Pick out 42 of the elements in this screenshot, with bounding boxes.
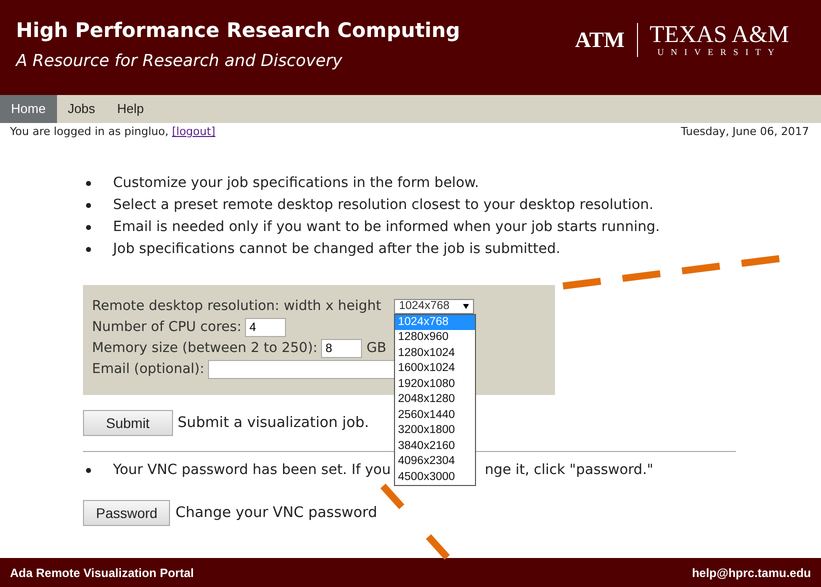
resolution-dropdown[interactable]: 1024x768 xyxy=(394,298,474,314)
logo-mark: ATM xyxy=(574,26,625,52)
instruction-text: Customize your job specifications in the form below. xyxy=(113,175,479,191)
field-label: Memory size (between 2 to 250): xyxy=(92,340,318,356)
nav-tab[interactable]: Help xyxy=(106,95,155,123)
caret-icon xyxy=(463,304,469,308)
dropdown-option[interactable]: 2560x1440 xyxy=(395,408,475,423)
unit-label: GB xyxy=(366,340,386,356)
memory-input-field[interactable]: 8 xyxy=(321,338,362,358)
date-text: Tuesday, June 06, 2017 xyxy=(680,125,809,139)
dropdown-option[interactable]: 1600x1024 xyxy=(395,361,475,376)
field-label: Remote desktop resolution: width x height xyxy=(92,298,382,314)
site-title: High Performance Research Computing xyxy=(16,18,460,42)
field-label: Email (optional): xyxy=(92,361,204,377)
instruction-text: Select a preset remote desktop resolution closest to your desktop resolution. xyxy=(113,197,654,213)
dropdown-option[interactable]: 1280x1024 xyxy=(395,346,475,361)
login-text: You are logged in as pingluo, xyxy=(10,125,168,138)
password-button[interactable]: Password xyxy=(83,500,170,526)
dropdown-option[interactable]: 3200x1800 xyxy=(395,423,475,438)
footer-email: help@hprc.tamu.edu xyxy=(692,566,811,580)
dropdown-option[interactable]: 3840x2160 xyxy=(395,438,475,454)
dropdown-option[interactable]: 2048x1280 xyxy=(395,392,475,408)
logo-subtitle: UNIVERSITY xyxy=(657,46,782,56)
nav-tab[interactable]: Jobs xyxy=(56,95,106,123)
password-note-text: nge it, click "password." xyxy=(484,462,654,478)
dropdown-option[interactable]: 1920x1080 xyxy=(395,376,475,392)
nav-tab[interactable]: Home xyxy=(0,95,57,123)
field-label: Number of CPU cores: xyxy=(92,319,242,335)
dropdown-option[interactable]: 1280x960 xyxy=(395,330,475,346)
site-subtitle: A Resource for Research and Discovery xyxy=(16,50,344,70)
instruction-text: Email is needed only if you want to be informed when your job starts running. xyxy=(113,219,660,235)
cpu-input-field[interactable]: 4 xyxy=(245,318,286,336)
password-note-text: Your VNC password has been set. If you xyxy=(113,462,391,478)
logo-name: TEXAS A&M xyxy=(650,22,789,46)
submit-button[interactable]: Submit xyxy=(83,410,173,436)
logout-link[interactable]: [logout] xyxy=(172,125,216,138)
password-text: Change your VNC password xyxy=(175,505,378,521)
submit-text: Submit a visualization job. xyxy=(178,415,370,431)
dropdown-option[interactable]: 4500x3000 xyxy=(395,470,475,485)
footer-title: Ada Remote Visualization Portal xyxy=(10,566,194,580)
instruction-text: Job specifications cannot be changed after the job is submitted. xyxy=(113,241,560,257)
dropdown-option[interactable]: 4096x2304 xyxy=(395,454,475,470)
